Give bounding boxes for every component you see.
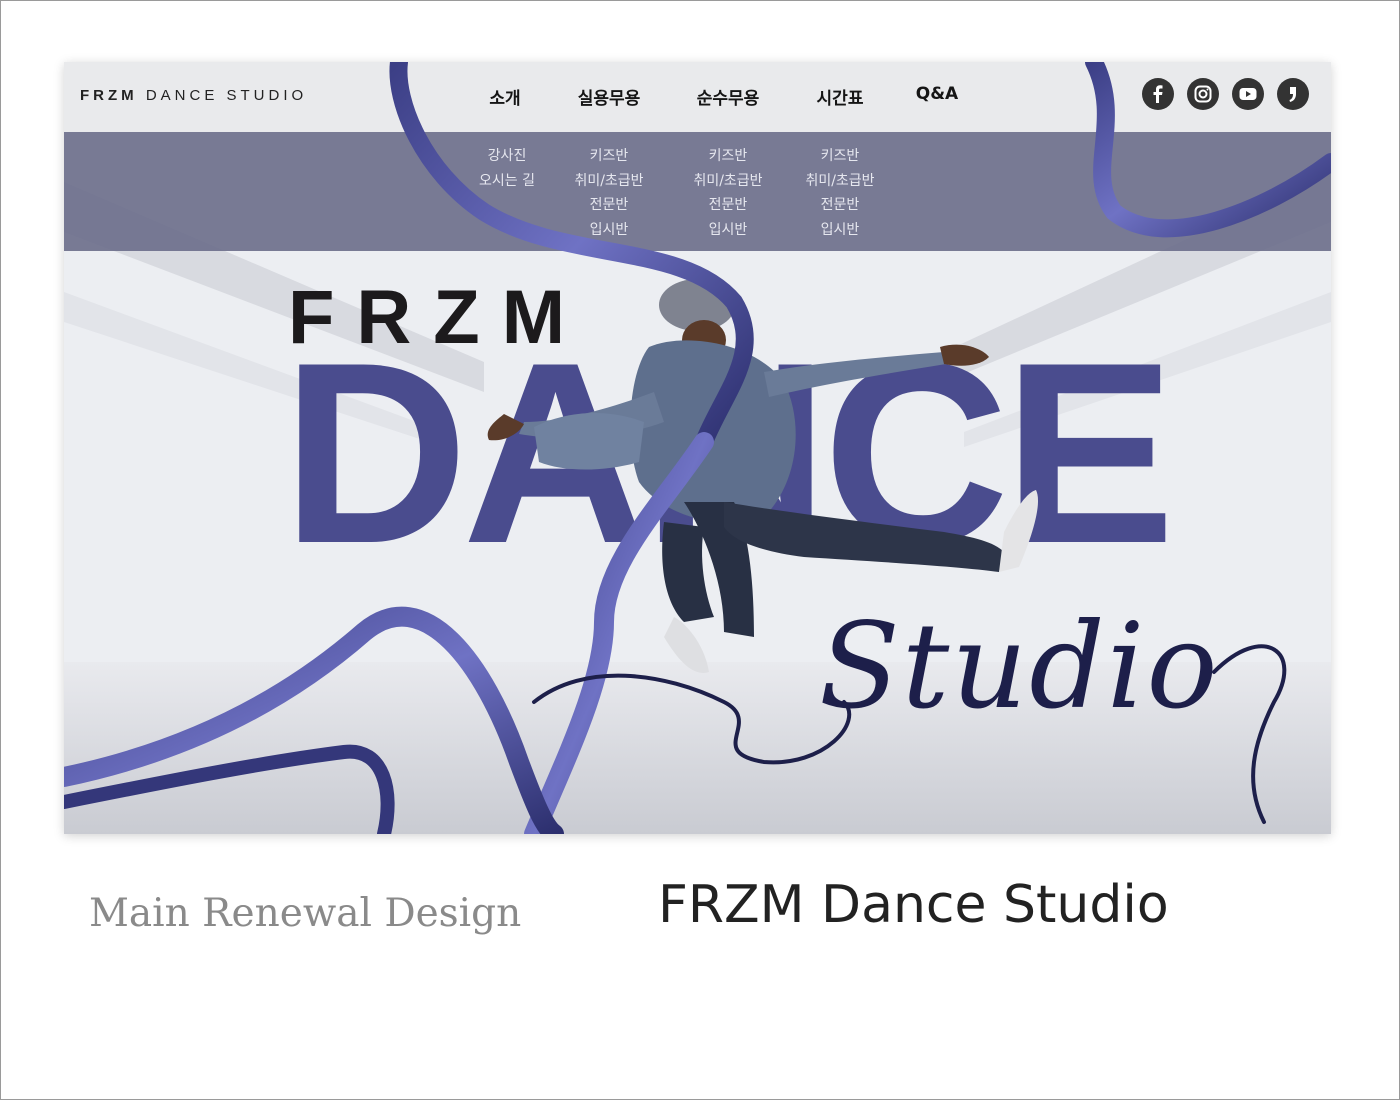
dropdown-col-pure: 키즈반 취미/초급반 전문반 입시반 <box>693 144 762 242</box>
dropdown-item[interactable]: 취미/초급반 <box>693 169 762 194</box>
nav-timetable[interactable]: 시간표 <box>817 84 864 109</box>
instagram-icon[interactable] <box>1187 78 1219 110</box>
portfolio-frame: DANCE FRZM <box>0 0 1400 1100</box>
dropdown-item[interactable]: 전문반 <box>574 193 643 218</box>
dropdown-item[interactable]: 입시반 <box>805 218 874 243</box>
nav-qna[interactable]: Q&A <box>916 84 958 104</box>
hero-frzm-text: FRZM <box>288 275 588 360</box>
logo-rest: DANCE STUDIO <box>137 87 308 104</box>
dropdown-col-practical: 키즈반 취미/초급반 전문반 입시반 <box>574 144 643 242</box>
nav-pure-dance[interactable]: 순수무용 <box>697 84 760 109</box>
site-header: FRZM DANCE STUDIO 소개 실용무용 순수무용 시간표 Q&A <box>64 62 1331 132</box>
kakao-story-icon[interactable] <box>1277 78 1309 110</box>
dropdown-item[interactable]: 강사진 <box>479 144 535 169</box>
hero-script-text: Studio <box>819 597 1220 735</box>
dropdown-col-intro: 강사진 오시는 길 <box>479 144 535 193</box>
youtube-icon[interactable] <box>1232 78 1264 110</box>
dropdown-item[interactable]: 키즈반 <box>574 144 643 169</box>
nav-intro[interactable]: 소개 <box>489 84 520 109</box>
dropdown-item[interactable]: 입시반 <box>693 218 762 243</box>
site-logo[interactable]: FRZM DANCE STUDIO <box>80 87 307 104</box>
logo-bold: FRZM <box>80 87 138 104</box>
dropdown-item[interactable]: 취미/초급반 <box>805 169 874 194</box>
dropdown-item[interactable]: 취미/초급반 <box>574 169 643 194</box>
website-mockup: DANCE FRZM <box>64 62 1331 834</box>
facebook-icon[interactable] <box>1142 78 1174 110</box>
dropdown-col-timetable: 키즈반 취미/초급반 전문반 입시반 <box>805 144 874 242</box>
nav-dropdown-panel: 강사진 오시는 길 키즈반 취미/초급반 전문반 입시반 키즈반 취미/초급반 … <box>64 132 1331 251</box>
dropdown-item[interactable]: 전문반 <box>693 193 762 218</box>
caption-design-type: Main Renewal Design <box>89 891 522 936</box>
dropdown-item[interactable]: 전문반 <box>805 193 874 218</box>
dropdown-item[interactable]: 오시는 길 <box>479 169 535 194</box>
nav-practical-dance[interactable]: 실용무용 <box>578 84 641 109</box>
dropdown-item[interactable]: 키즈반 <box>693 144 762 169</box>
dropdown-item[interactable]: 키즈반 <box>805 144 874 169</box>
dropdown-item[interactable]: 입시반 <box>574 218 643 243</box>
caption-project-title: FRZM Dance Studio <box>658 875 1169 935</box>
